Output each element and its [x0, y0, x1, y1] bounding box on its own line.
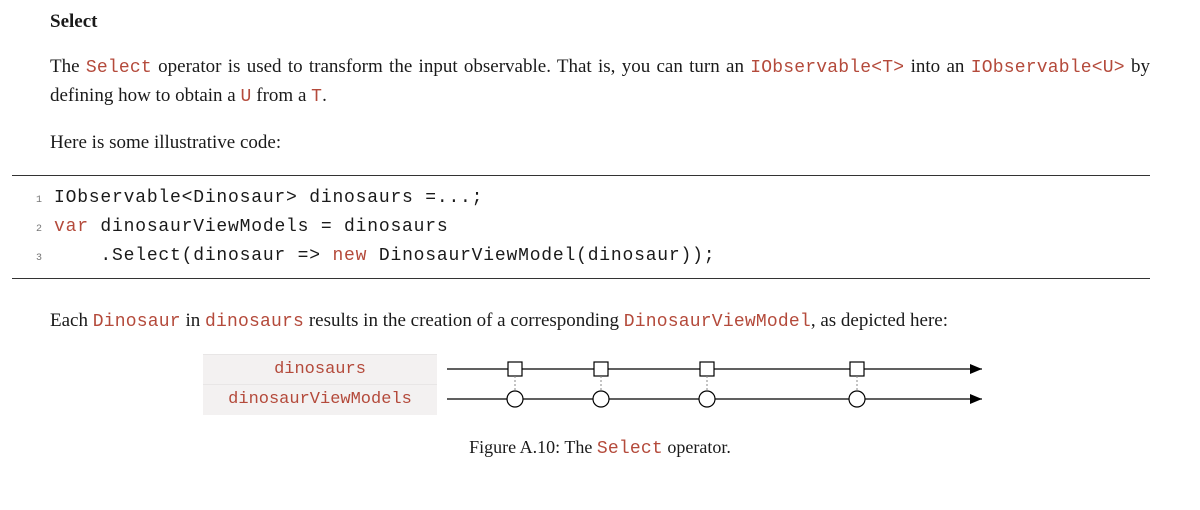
code-line: 3 .Select(dinosaur => new DinosaurViewMo…	[12, 242, 1150, 271]
text: from a	[252, 85, 312, 106]
code-text: .Select(dinosaur =>	[54, 242, 332, 271]
text: into an	[904, 56, 970, 77]
inline-code: T	[311, 87, 322, 107]
line-number: 3	[12, 251, 54, 267]
inline-code: IObservable<U>	[971, 58, 1125, 78]
paragraph-result: Each Dinosaur in dinosaurs results in th…	[50, 307, 1150, 336]
inline-code: U	[241, 87, 252, 107]
code-block: 1IObservable<Dinosaur> dinosaurs =...; 2…	[12, 175, 1150, 279]
marble-svg-input	[437, 354, 997, 384]
code-line: 1IObservable<Dinosaur> dinosaurs =...;	[12, 184, 1150, 213]
marble-track-output	[437, 384, 997, 414]
code-line: 2var dinosaurViewModels = dinosaurs	[12, 213, 1150, 242]
text: operator is used to transform the input …	[152, 56, 750, 77]
text: operator.	[663, 437, 731, 457]
text: in	[181, 310, 205, 331]
code-text: DinosaurViewModel(dinosaur));	[367, 242, 715, 271]
figure-caption: Figure A.10: The Select operator.	[469, 434, 731, 463]
text: .	[322, 85, 327, 106]
text: , as depicted here:	[811, 310, 948, 331]
section-heading: Select	[50, 8, 1150, 37]
marble-row-input: dinosaurs	[203, 354, 997, 384]
paragraph-intro: The Select operator is used to transform…	[50, 53, 1150, 111]
code-keyword: var	[54, 213, 89, 242]
text: results in the creation of a correspondi…	[304, 310, 624, 331]
line-number: 1	[12, 193, 54, 209]
marble-svg-output	[437, 384, 997, 414]
line-number: 2	[12, 222, 54, 238]
text: The	[50, 56, 86, 77]
code-text: dinosaurViewModels = dinosaurs	[89, 213, 449, 242]
marble-label: dinosaurs	[203, 354, 437, 385]
inline-code: dinosaurs	[205, 312, 304, 332]
inline-code: Dinosaur	[93, 312, 181, 332]
text: Figure A.10: The	[469, 437, 597, 457]
code-keyword: new	[332, 242, 367, 271]
marble-diagram: dinosaurs dinosaurViewModels	[50, 354, 1150, 463]
marble-row-output: dinosaurViewModels	[203, 384, 997, 414]
inline-code: DinosaurViewModel	[624, 312, 811, 332]
marble-label: dinosaurViewModels	[203, 384, 437, 415]
inline-code: IObservable<T>	[750, 58, 904, 78]
text: Each	[50, 310, 93, 331]
paragraph-code-lead: Here is some illustrative code:	[50, 129, 1150, 158]
code-text: IObservable<Dinosaur> dinosaurs =...;	[54, 184, 483, 213]
inline-code: Select	[86, 58, 152, 78]
inline-code: Select	[597, 439, 663, 459]
marble-track-input	[437, 354, 997, 384]
